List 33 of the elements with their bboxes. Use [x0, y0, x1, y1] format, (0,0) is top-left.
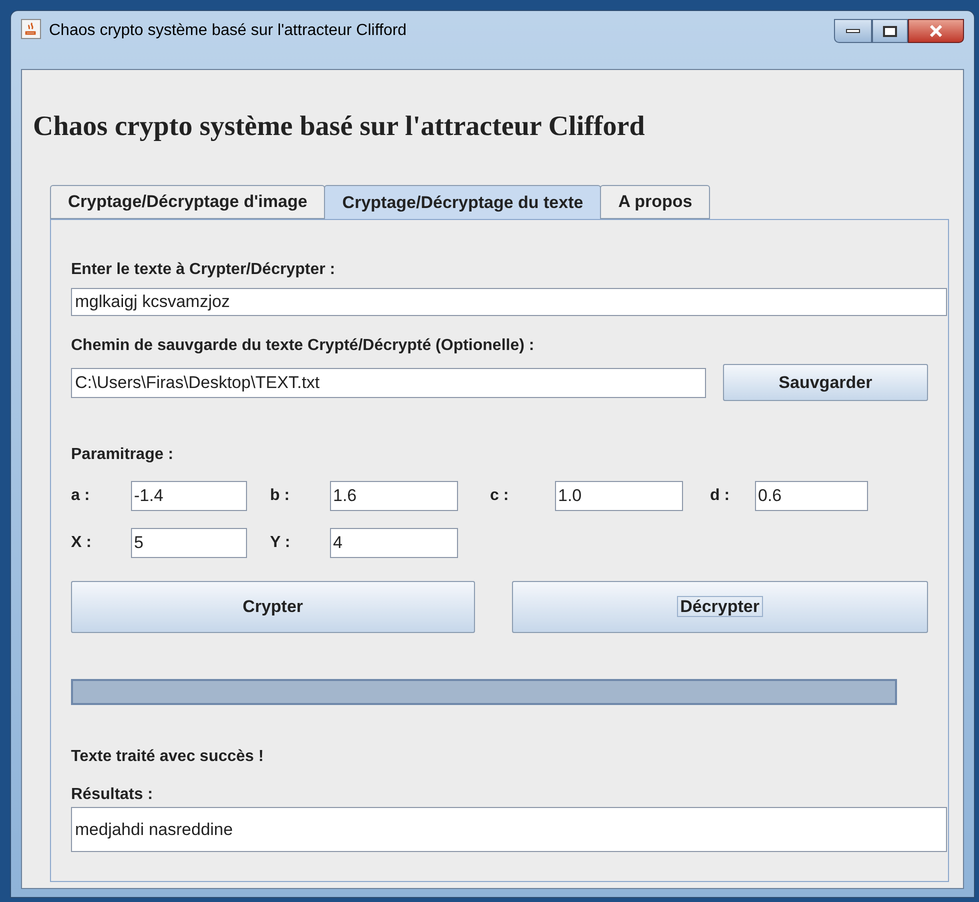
minimize-button[interactable] [834, 19, 872, 43]
tab[interactable]: Cryptage/Décryptage d'image [50, 185, 326, 219]
path-input-field[interactable]: C:\Users\Firas\Desktop\TEXT.txt [71, 368, 706, 398]
parameter-label: b : [270, 486, 291, 506]
result-field[interactable]: medjahdi nasreddine [71, 807, 947, 852]
field-label: Chemin de sauvgarde du texte Crypté/Décrypté (Optionelle) : [71, 336, 536, 356]
parameter-label: a : [71, 486, 91, 506]
parameter-field[interactable]: 4 [330, 528, 458, 558]
section-label: Paramitrage : [71, 445, 174, 465]
window-title: Chaos crypto système basé sur l'attracteur Clifford [49, 21, 408, 41]
action-button[interactable]: Décrypter [512, 581, 928, 633]
close-icon [929, 25, 943, 37]
java-cup-icon [21, 19, 41, 39]
status-message: Texte traité avec succès ! [71, 747, 265, 767]
maximize-button[interactable] [872, 19, 908, 43]
app-heading: Chaos crypto système basé sur l'attracteur Clifford [33, 110, 646, 144]
parameter-label: d : [710, 486, 731, 506]
parameter-field[interactable]: 0.6 [755, 481, 868, 511]
parameter-field[interactable]: 1.6 [330, 481, 458, 511]
save-button[interactable]: Sauvgarder [722, 364, 928, 401]
parameter-label: Y : [270, 533, 292, 553]
parameter-field[interactable]: 5 [131, 528, 247, 558]
field-label: Résultats : [71, 785, 154, 805]
tab[interactable]: Cryptage/Décryptage du texte [324, 185, 602, 219]
close-button[interactable] [908, 19, 964, 43]
action-button[interactable]: Crypter [71, 581, 475, 633]
tab[interactable]: A propos [600, 185, 710, 219]
parameter-label: c : [490, 486, 510, 506]
field-label: Enter le texte à Crypter/Décrypter : [71, 260, 336, 280]
parameter-field[interactable]: 1.0 [555, 481, 683, 511]
parameter-field[interactable]: -1.4 [131, 481, 247, 511]
text-input-field[interactable]: mglkaigj kcsvamzjoz [71, 288, 947, 316]
parameter-label: X : [71, 533, 92, 553]
